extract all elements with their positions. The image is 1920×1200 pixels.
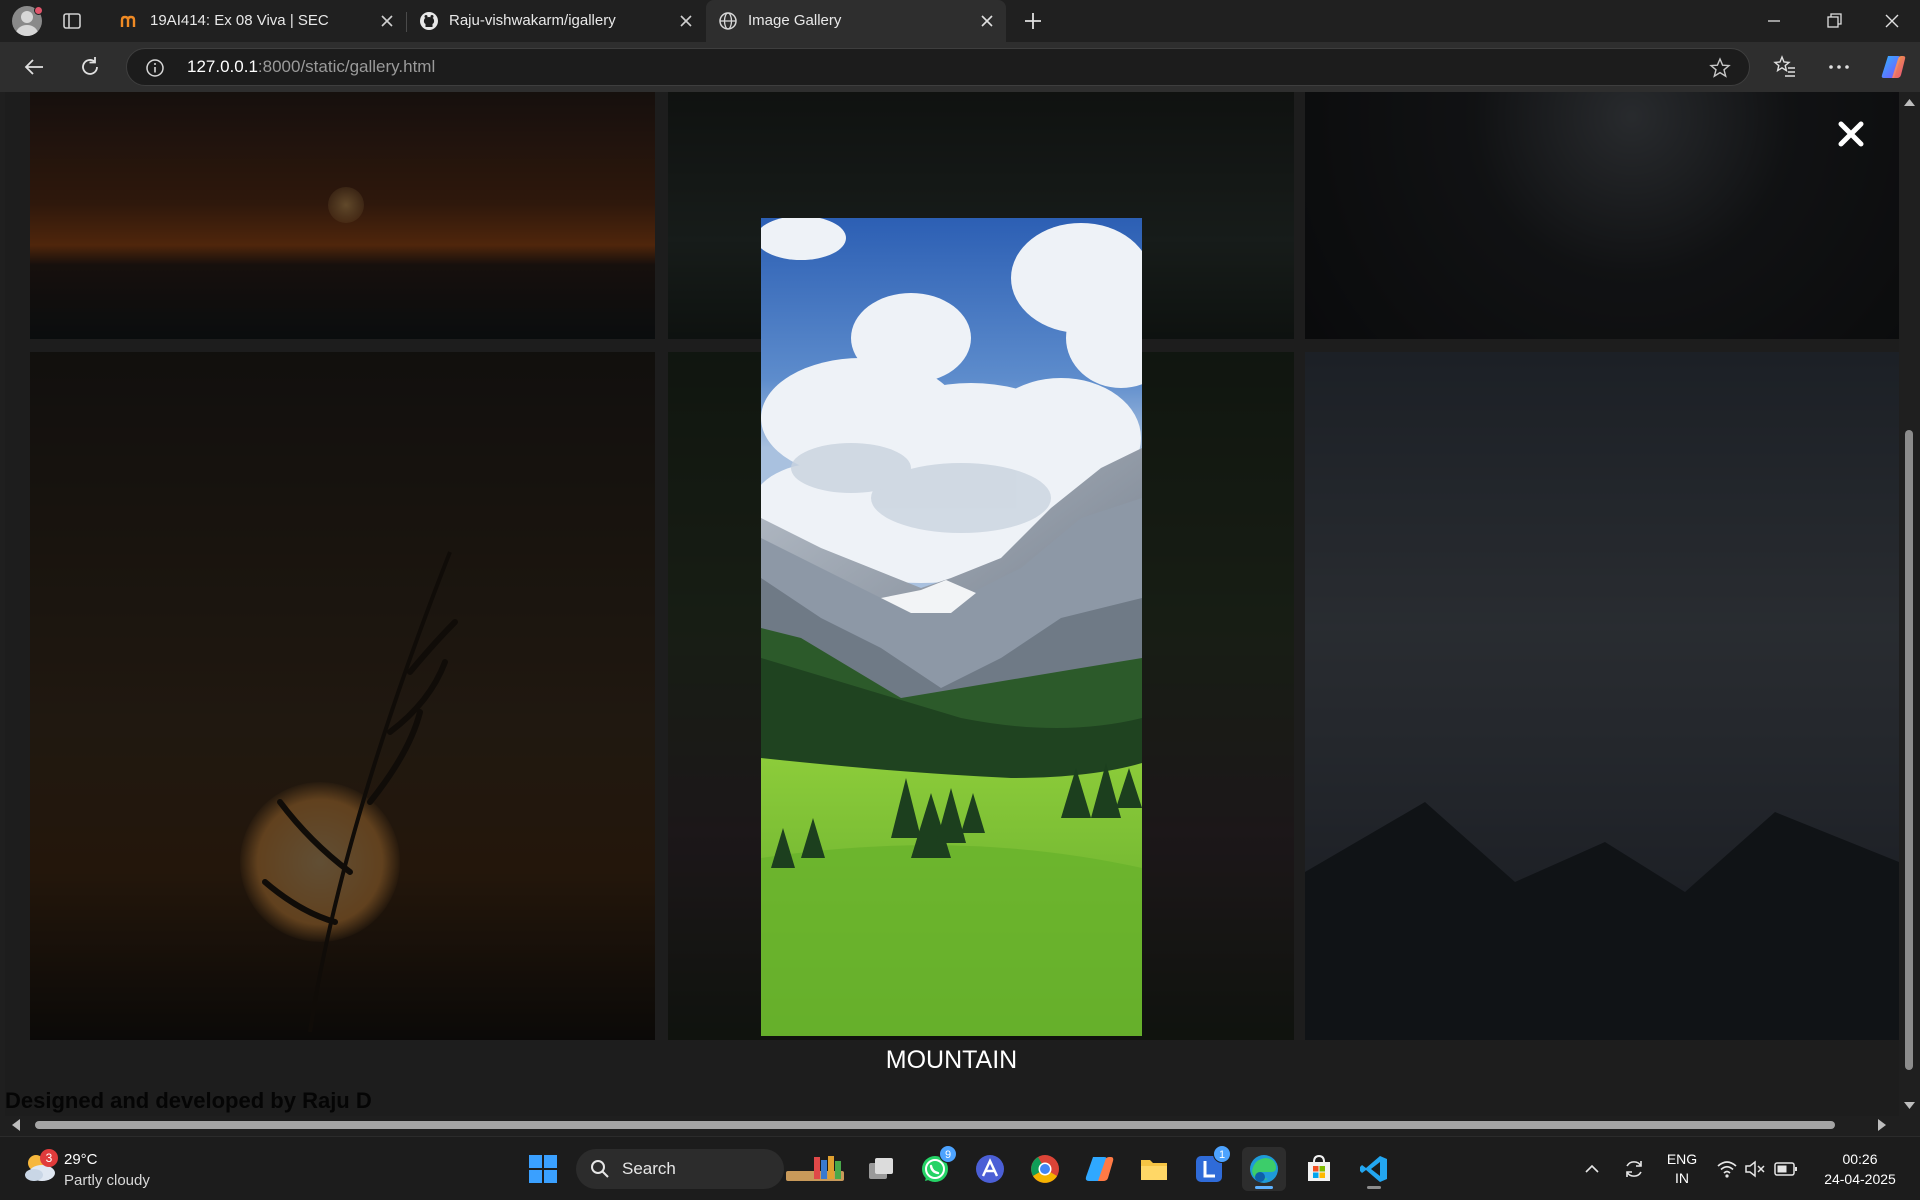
moodle-favicon-icon <box>120 15 136 27</box>
search-label: Search <box>622 1159 676 1178</box>
taskbar-lens-app[interactable]: 1 <box>1187 1145 1231 1191</box>
task-view-icon <box>869 1158 893 1179</box>
taskbar-app-a[interactable] <box>968 1147 1012 1191</box>
vscode-icon <box>1360 1156 1387 1182</box>
clock-time: 00:26 <box>1842 1151 1878 1167</box>
tab-sec-viva[interactable]: 19AI414: Ex 08 Viva | SEC <box>108 0 406 42</box>
clock-date: 24-04-2025 <box>1824 1171 1896 1187</box>
close-window-icon[interactable] <box>1880 10 1904 32</box>
taskbar-store[interactable] <box>1297 1147 1341 1191</box>
mountain-valley-photo <box>761 218 1142 1036</box>
address-bar[interactable]: 127.0.0.1:8000/static/gallery.html <box>126 48 1750 86</box>
globe-icon <box>719 12 737 30</box>
vertical-scrollbar[interactable] <box>1899 92 1920 1132</box>
url-text[interactable]: 127.0.0.1:8000/static/gallery.html <box>187 49 435 85</box>
taskbar-copilot[interactable] <box>1077 1147 1121 1191</box>
copilot-icon[interactable] <box>1879 53 1907 81</box>
lightbox-caption: MOUNTAIN <box>885 1046 1018 1074</box>
refresh-icon[interactable] <box>77 54 103 80</box>
more-options-icon[interactable] <box>1826 54 1852 80</box>
weather-condition: Partly cloudy <box>64 1172 150 1189</box>
folder-icon <box>1141 1160 1167 1180</box>
gallery-image-sunset-sea[interactable] <box>30 92 655 339</box>
close-tab-icon[interactable] <box>978 12 996 30</box>
github-icon <box>420 12 438 30</box>
browser-titlebar: 19AI414: Ex 08 Viva | SEC Raju-vishwakar… <box>0 0 1920 42</box>
language-line1: ENG <box>1666 1151 1698 1167</box>
tab-image-gallery[interactable]: Image Gallery <box>706 0 1006 42</box>
url-host: 127.0.0.1 <box>187 57 258 76</box>
gallery-image-moon-trees[interactable] <box>1305 92 1899 339</box>
site-info-icon[interactable] <box>145 58 165 78</box>
taskbar-edge[interactable] <box>1242 1147 1286 1191</box>
lightbox-image-mountain <box>761 218 1142 1036</box>
search-icon <box>591 1160 609 1178</box>
profile-notification-dot <box>34 6 43 15</box>
wifi-icon[interactable] <box>1716 1159 1738 1179</box>
gallery-image-cloudy-mountains[interactable] <box>1305 352 1899 1040</box>
speaker-muted-icon[interactable] <box>1744 1159 1766 1179</box>
browser-toolbar: 127.0.0.1:8000/static/gallery.html <box>0 42 1920 92</box>
close-tab-icon[interactable] <box>378 12 396 30</box>
active-app-indicator <box>1255 1186 1273 1189</box>
scroll-left-arrow-icon[interactable] <box>11 1119 21 1131</box>
favorites-list-icon[interactable] <box>1772 54 1798 80</box>
clock[interactable]: 00:26 24-04-2025 <box>1810 1151 1910 1187</box>
tab-title: Raju-vishwakarm/igallery <box>449 12 616 29</box>
scroll-right-arrow-icon[interactable] <box>1877 1119 1887 1131</box>
horizontal-scrollbar[interactable] <box>5 1116 1899 1134</box>
windows-taskbar: 3 29°C Partly cloudy Search 9 1 ENG IN 0… <box>0 1136 1920 1200</box>
new-tab-plus-icon[interactable] <box>1022 10 1044 32</box>
favorite-star-icon[interactable] <box>1709 57 1731 79</box>
weather-temperature: 29°C <box>64 1151 98 1168</box>
search-highlight-books-icon <box>786 1156 844 1181</box>
taskbar-whatsapp[interactable]: 9 <box>913 1145 957 1191</box>
edge-icon <box>1250 1155 1278 1183</box>
whatsapp-unread-badge: 9 <box>939 1145 957 1163</box>
close-tab-icon[interactable] <box>677 12 695 30</box>
minimize-icon[interactable] <box>1762 10 1786 32</box>
scroll-down-arrow-icon[interactable] <box>1904 1100 1915 1110</box>
gallery-image-grass-sunset[interactable] <box>30 352 655 1040</box>
scroll-up-arrow-icon[interactable] <box>1904 98 1915 108</box>
battery-icon[interactable] <box>1774 1161 1798 1177</box>
language-indicator[interactable]: ENG IN <box>1660 1151 1704 1186</box>
taskbar-task-view[interactable] <box>859 1147 903 1191</box>
lens-notification-badge: 1 <box>1213 1145 1231 1163</box>
back-arrow-icon[interactable] <box>22 54 48 80</box>
tab-title: Image Gallery <box>748 12 842 29</box>
show-hidden-icons-chevron-icon[interactable] <box>1584 1161 1600 1177</box>
taskbar-vscode[interactable] <box>1352 1147 1396 1191</box>
lightbox-close-icon[interactable] <box>1835 118 1867 150</box>
vertical-scroll-thumb[interactable] <box>1905 430 1913 1070</box>
footer-credit: Designed and developed by Raju D <box>5 1088 372 1113</box>
url-path: :8000/static/gallery.html <box>257 57 436 76</box>
copilot-app-icon <box>1085 1157 1114 1181</box>
start-button[interactable] <box>521 1147 565 1191</box>
tab-title: 19AI414: Ex 08 Viva | SEC <box>150 12 329 29</box>
running-app-indicator <box>1367 1186 1381 1189</box>
tab-actions-icon[interactable] <box>62 11 82 31</box>
language-line2: IN <box>1675 1170 1689 1186</box>
windows-logo-icon <box>529 1155 557 1183</box>
weather-alert-badge: 3 <box>40 1149 58 1167</box>
delta-app-icon <box>976 1155 1004 1183</box>
taskbar-search-box[interactable]: Search <box>576 1149 784 1189</box>
tab-github-igallery[interactable]: Raju-vishwakarm/igallery <box>407 0 705 42</box>
horizontal-scroll-thumb[interactable] <box>35 1121 1835 1129</box>
taskbar-file-explorer[interactable] <box>1132 1147 1176 1191</box>
restore-icon[interactable] <box>1822 10 1846 32</box>
page-viewport: MOUNTAIN Designed and developed by Raju … <box>5 92 1899 1132</box>
chrome-icon <box>1031 1155 1059 1183</box>
microsoft-store-icon <box>1308 1154 1330 1181</box>
sync-icon[interactable] <box>1622 1157 1646 1181</box>
taskbar-chrome[interactable] <box>1023 1147 1067 1191</box>
weather-widget[interactable]: 3 29°C Partly cloudy <box>22 1145 222 1193</box>
